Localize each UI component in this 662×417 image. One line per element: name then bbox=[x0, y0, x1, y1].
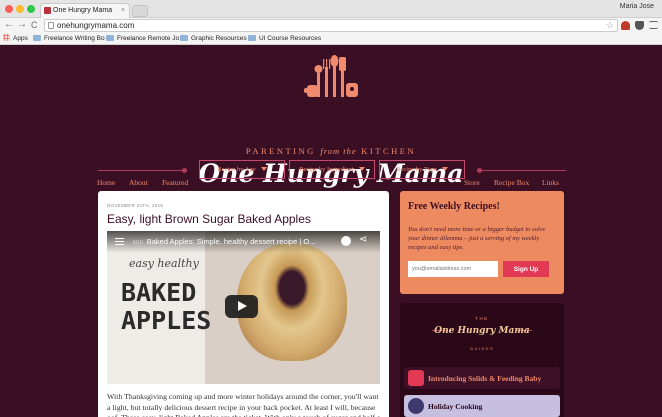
browser-tab-bar: One Hungry Mama × Maria Jose bbox=[0, 0, 662, 18]
apps-icon bbox=[3, 34, 10, 41]
nav-links[interactable]: Links bbox=[542, 178, 559, 187]
bookmark-item[interactable]: Graphic Resources bbox=[180, 34, 247, 44]
video-thumbnail-title: BAKED APPLES bbox=[121, 278, 212, 335]
browser-toolbar: ← → C onehungrymama.com ☆ bbox=[0, 18, 662, 33]
bookmark-apps[interactable]: Apps bbox=[3, 34, 28, 44]
signup-description: You don't need more time or a bigger bud… bbox=[408, 226, 546, 251]
divider-right bbox=[478, 170, 566, 171]
caret-down-icon bbox=[260, 167, 267, 171]
nav-recipe-box[interactable]: Recipe Box bbox=[494, 178, 529, 187]
url-text: onehungrymama.com bbox=[57, 21, 135, 30]
reload-button[interactable]: C bbox=[31, 19, 38, 31]
guide-item-label: Introducing Solids & Feeding Baby bbox=[428, 374, 542, 383]
recipe-by-ingredient-dropdown[interactable]: Recipe by Ingredient bbox=[289, 160, 375, 179]
bookmark-star-icon[interactable]: ☆ bbox=[606, 20, 614, 31]
profile-name[interactable]: Maria Jose bbox=[620, 3, 654, 10]
folder-icon bbox=[106, 35, 114, 41]
guides-title: One Hungry Mama bbox=[434, 326, 530, 336]
tab-close-icon[interactable]: × bbox=[121, 4, 125, 17]
email-field[interactable] bbox=[408, 261, 498, 277]
post-card: NOVEMBER 24TH, 2015 Easy, light Brown Su… bbox=[98, 191, 389, 417]
snowflake-icon bbox=[408, 398, 424, 414]
guide-item-holiday-cooking[interactable]: Holiday Cooking bbox=[404, 395, 560, 417]
video-player[interactable]: easy healthy BAKED APPLES 6/10 Baked Apple… bbox=[107, 231, 380, 384]
bookmark-item[interactable]: Freelance Remote Jo bbox=[106, 34, 179, 44]
bookmarks-bar: Apps Freelance Writing Bo Freelance Remo… bbox=[0, 33, 662, 45]
minimize-window-button[interactable] bbox=[16, 5, 24, 13]
video-thumbnail-subtitle: easy healthy bbox=[129, 257, 199, 270]
tab-title: One Hungry Mama bbox=[53, 7, 113, 14]
folder-icon bbox=[180, 35, 188, 41]
nav-featured[interactable]: Featured bbox=[162, 178, 188, 187]
share-icon[interactable]: ⋖ bbox=[359, 234, 367, 245]
post-body-text: With Thanksgiving coming up and more win… bbox=[107, 392, 380, 417]
nav-about[interactable]: About bbox=[129, 178, 148, 187]
caret-down-icon bbox=[358, 167, 365, 171]
recipe-by-type-dropdown[interactable]: Recipe by Type bbox=[379, 160, 465, 179]
close-window-button[interactable] bbox=[5, 5, 13, 13]
guide-item-feeding-baby[interactable]: Introducing Solids & Feeding Baby bbox=[404, 367, 560, 389]
post-date: NOVEMBER 24TH, 2015 bbox=[107, 203, 164, 208]
watch-later-icon[interactable] bbox=[341, 236, 351, 246]
guides-widget: THE One Hungry Mama GUIDES Introducing S… bbox=[400, 303, 564, 417]
baby-bib-icon bbox=[408, 370, 424, 386]
address-bar[interactable]: onehungrymama.com ☆ bbox=[44, 19, 618, 32]
divider-dot bbox=[182, 168, 187, 173]
back-button[interactable]: ← bbox=[4, 19, 14, 31]
video-thumbnail-text-panel: easy healthy BAKED APPLES bbox=[107, 231, 211, 384]
play-button[interactable] bbox=[225, 295, 258, 318]
site-tagline: PARENTING from the KITCHEN bbox=[245, 146, 417, 156]
favicon-icon bbox=[44, 7, 51, 14]
sign-up-button[interactable]: Sign Up bbox=[503, 261, 549, 277]
forward-button[interactable]: → bbox=[17, 19, 27, 31]
recipe-by-age-dropdown[interactable]: Recipe by Age bbox=[199, 160, 285, 179]
guides-subtitle: GUIDES bbox=[469, 346, 495, 351]
bookmark-item[interactable]: Freelance Writing Bo bbox=[33, 34, 105, 44]
video-title[interactable]: 6/10 Baked Apples: Simple, healthy desser… bbox=[133, 237, 315, 246]
page-icon bbox=[48, 22, 54, 29]
pocket-icon[interactable] bbox=[635, 21, 644, 30]
nav-store[interactable]: Store bbox=[464, 178, 480, 187]
menu-icon[interactable] bbox=[649, 21, 658, 29]
nav-home[interactable]: Home bbox=[97, 178, 115, 187]
guides-the-label: THE bbox=[475, 316, 489, 321]
extension-icon[interactable] bbox=[621, 21, 630, 30]
caret-down-icon bbox=[441, 167, 448, 171]
maximize-window-button[interactable] bbox=[27, 5, 35, 13]
signup-title: Free Weekly Recipes! bbox=[408, 201, 500, 212]
post-title[interactable]: Easy, light Brown Sugar Baked Apples bbox=[107, 212, 311, 226]
new-tab-button[interactable] bbox=[132, 5, 148, 17]
divider-left bbox=[98, 170, 186, 171]
newsletter-signup: Free Weekly Recipes! You don't need more… bbox=[400, 191, 564, 294]
folder-icon bbox=[33, 35, 41, 41]
browser-tab[interactable]: One Hungry Mama × bbox=[40, 3, 130, 18]
playlist-menu-icon[interactable] bbox=[115, 238, 124, 245]
divider-dot bbox=[477, 168, 482, 173]
folder-icon bbox=[248, 35, 256, 41]
guide-item-label: Holiday Cooking bbox=[428, 402, 483, 411]
bookmark-item[interactable]: UI Course Resources bbox=[248, 34, 321, 44]
kitchen-utensils-logo-icon bbox=[304, 55, 358, 97]
